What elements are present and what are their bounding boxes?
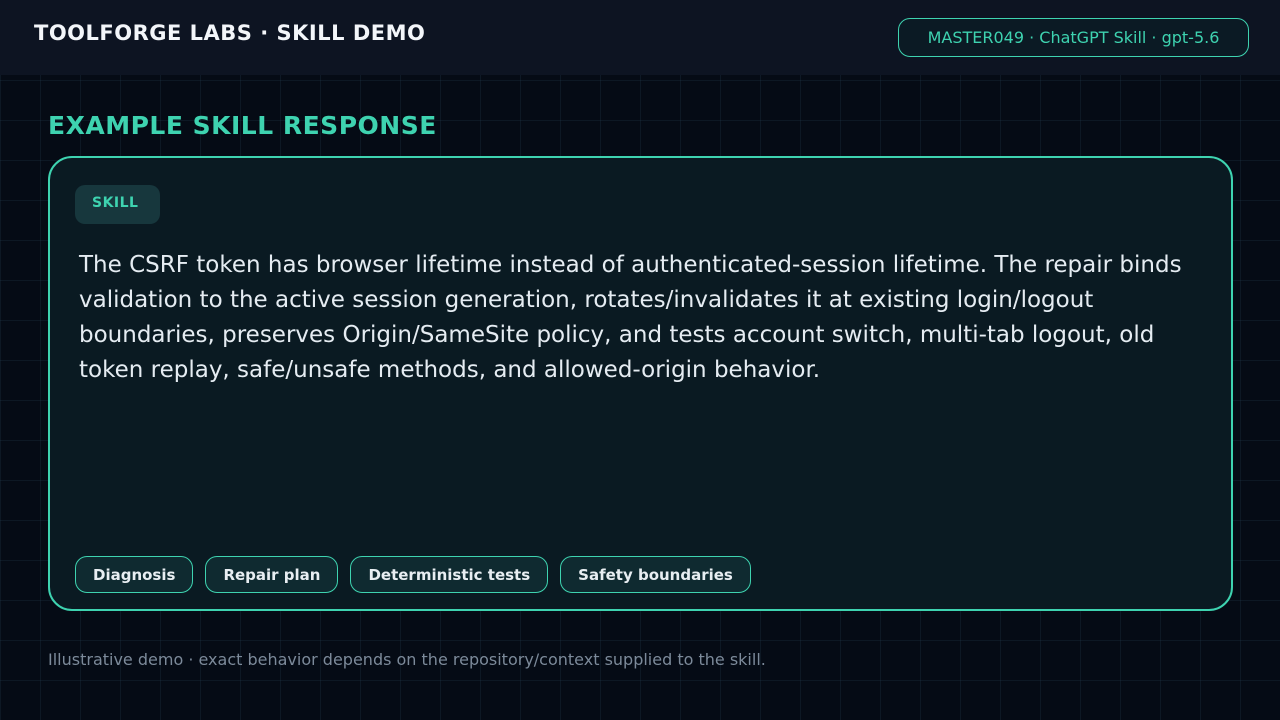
tag-safety-boundaries: Safety boundaries (560, 556, 751, 593)
tag-repair-plan: Repair plan (205, 556, 339, 593)
footer-note: Illustrative demo · exact behavior depen… (48, 650, 766, 669)
response-card: SKILL The CSRF token has browser lifetim… (48, 156, 1233, 611)
tag-deterministic-tests: Deterministic tests (350, 556, 549, 593)
skill-badge: SKILL (75, 185, 160, 224)
section-title: EXAMPLE SKILL RESPONSE (48, 111, 437, 140)
model-info-pill: MASTER049 · ChatGPT Skill · gpt-5.6 (898, 18, 1249, 57)
brand-title: TOOLFORGE LABS · SKILL DEMO (34, 21, 426, 45)
response-text: The CSRF token has browser lifetime inst… (79, 252, 1182, 383)
tag-list: Diagnosis Repair plan Deterministic test… (75, 556, 751, 593)
tag-diagnosis: Diagnosis (75, 556, 194, 593)
top-bar: TOOLFORGE LABS · SKILL DEMO MASTER049 · … (0, 0, 1280, 75)
